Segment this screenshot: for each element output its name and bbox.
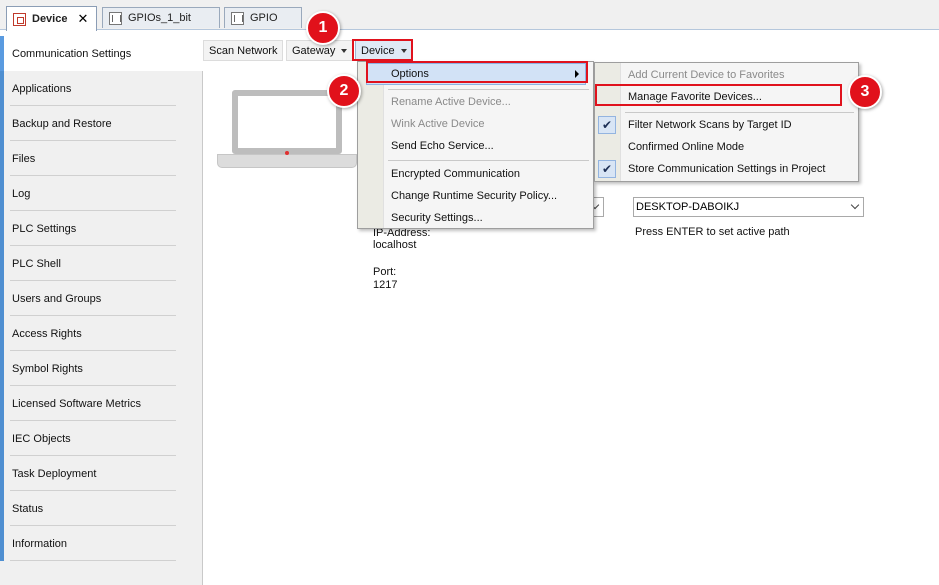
grid-icon [231, 11, 244, 25]
sidebar-item-users-and-groups[interactable]: Users and Groups [0, 281, 202, 316]
set-active-path-hint: Press ENTER to set active path [635, 226, 790, 238]
menu-item-confirmed-online-mode[interactable]: Confirmed Online Mode [595, 136, 744, 158]
menu-separator [388, 89, 589, 90]
menu-item-send-echo-service[interactable]: Send Echo Service... [358, 135, 494, 157]
ip-address-value: localhost [373, 239, 417, 251]
laptop-base [217, 154, 357, 168]
menu-separator [625, 112, 854, 113]
menu-item-add-current-device-to-favorites[interactable]: Add Current Device to Favorites [595, 64, 785, 86]
tab-gpio-label: GPIO [250, 12, 278, 24]
menu-item-encrypted-communication[interactable]: Encrypted Communication [358, 163, 520, 185]
sidebar-item-licensed-software-metrics[interactable]: Licensed Software Metrics [0, 386, 202, 421]
device-editor-sidebar: Communication Settings Applications Back… [0, 36, 203, 585]
menu-item-filter-network-scans[interactable]: Filter Network Scans by Target ID [595, 114, 792, 136]
chevron-down-icon [400, 48, 407, 53]
device-dropdown-menu: Options Rename Active Device... Wink Act… [357, 61, 594, 229]
sidebar-item-communication-settings[interactable]: Communication Settings [0, 36, 203, 71]
step-badge-3: 3 [848, 75, 882, 109]
tab-gpio[interactable]: GPIO [224, 7, 302, 28]
step-badge-1: 1 [306, 11, 340, 45]
laptop-screen [232, 90, 342, 154]
options-submenu: Add Current Device to Favorites Manage F… [594, 62, 859, 182]
device-combo-value: DESKTOP-DABOIKJ [636, 201, 740, 213]
device-menu-button[interactable]: Device [355, 40, 413, 61]
options-label: Options [391, 68, 429, 80]
menu-item-security-settings[interactable]: Security Settings... [358, 207, 483, 229]
sidebar-item-log[interactable]: Log [0, 176, 202, 211]
status-dot-icon [285, 151, 289, 155]
sidebar-item-files[interactable]: Files [0, 141, 202, 176]
tab-gpios-1-bit-label: GPIOs_1_bit [128, 12, 191, 24]
sidebar-item-plc-shell[interactable]: PLC Shell [0, 246, 202, 281]
device-icon [13, 12, 26, 26]
step-badge-2: 2 [327, 74, 361, 108]
tab-device[interactable]: Device ✕ [6, 6, 98, 31]
chevron-down-icon [850, 200, 860, 210]
sidebar-item-backup-and-restore[interactable]: Backup and Restore [0, 106, 202, 141]
tab-gpios-1-bit[interactable]: GPIOs_1_bit [102, 7, 220, 28]
scan-network-button[interactable]: Scan Network [203, 40, 284, 61]
menu-separator [388, 160, 589, 161]
port-value: 1217 [373, 279, 398, 291]
grid-icon [109, 11, 122, 25]
device-label: Device [361, 44, 395, 57]
chevron-down-icon [341, 48, 348, 53]
sidebar-item-plc-settings[interactable]: PLC Settings [0, 211, 202, 246]
sidebar-item-information[interactable]: Information [0, 526, 202, 561]
scan-network-label: Scan Network [209, 44, 278, 57]
sidebar-item-symbol-rights[interactable]: Symbol Rights [0, 351, 202, 386]
device-combo[interactable]: DESKTOP-DABOIKJ [633, 197, 864, 217]
menu-item-options[interactable]: Options [366, 63, 586, 85]
menu-item-rename-active-device[interactable]: Rename Active Device... [358, 91, 511, 113]
sidebar-item-access-rights[interactable]: Access Rights [0, 316, 202, 351]
chevron-right-icon [575, 70, 579, 78]
sidebar-item-status[interactable]: Status [0, 491, 202, 526]
sidebar-item-iec-objects[interactable]: IEC Objects [0, 421, 202, 456]
tab-device-label: Device [32, 13, 68, 25]
close-icon[interactable]: ✕ [77, 11, 88, 27]
gateway-label: Gateway [292, 44, 336, 57]
sidebar-item-task-deployment[interactable]: Task Deployment [0, 456, 202, 491]
port-label: Port: [373, 266, 397, 278]
menu-item-store-communication-settings[interactable]: Store Communication Settings in Project [595, 158, 825, 180]
sidebar-item-applications[interactable]: Applications [0, 71, 202, 106]
menu-item-change-runtime-security-policy[interactable]: Change Runtime Security Policy... [358, 185, 557, 207]
menu-item-manage-favorite-devices[interactable]: Manage Favorite Devices... [595, 86, 762, 108]
editor-tab-strip: Device ✕ GPIOs_1_bit GPIO [0, 0, 939, 31]
menu-item-wink-active-device[interactable]: Wink Active Device [358, 113, 485, 135]
